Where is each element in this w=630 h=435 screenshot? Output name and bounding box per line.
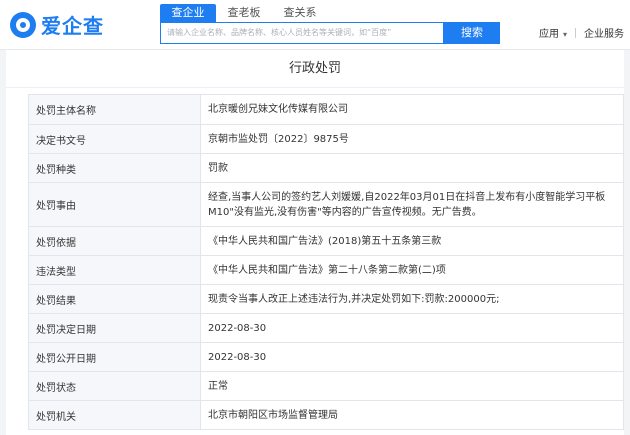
table-row: 处罚主体名称 北京暖创兄妹文化传媒有限公司	[28, 94, 624, 125]
tab-company[interactable]: 查企业	[160, 4, 216, 22]
table-row: 处罚种类 罚款	[28, 153, 624, 183]
row-label: 处罚主体名称	[28, 94, 201, 125]
row-value: 经查,当事人公司的签约艺人刘媛媛,自2022年03月01日在抖音上发布有小度智能…	[200, 182, 624, 227]
tab-relation[interactable]: 查关系	[272, 4, 328, 22]
row-label: 处罚种类	[28, 153, 201, 183]
app-menu[interactable]: 应用 ▾	[539, 25, 567, 40]
logo-icon	[10, 11, 36, 38]
row-value: 2022-08-30	[200, 313, 624, 343]
table-row: 处罚结果 现责令当事人改正上述违法行为,并决定处罚如下:罚款:200000元;	[28, 284, 624, 314]
row-label: 处罚公开日期	[28, 342, 201, 372]
row-value: 罚款	[200, 153, 624, 183]
table-row: 处罚公开日期 2022-08-30	[28, 342, 624, 372]
table-row: 违法类型 《中华人民共和国广告法》第二十八条第二款第(二)项	[28, 255, 624, 285]
page-title: 行政处罚	[6, 50, 624, 88]
row-value: 《中华人民共和国广告法》(2018)第五十五条第三款	[200, 226, 624, 256]
penalty-detail-table: 处罚主体名称 北京暖创兄妹文化传媒有限公司 决定书文号 京朝市监处罚〔2022〕…	[28, 94, 624, 430]
table-row: 处罚机关 北京市朝阳区市场监督管理局	[28, 400, 624, 430]
row-label: 处罚结果	[28, 284, 201, 314]
tab-boss[interactable]: 查老板	[216, 4, 272, 22]
row-label: 决定书文号	[28, 124, 201, 154]
enterprise-service-link[interactable]: 企业服务	[584, 25, 624, 40]
row-value: 北京市朝阳区市场监督管理局	[200, 400, 624, 430]
penalty-panel: 行政处罚 处罚主体名称 北京暖创兄妹文化传媒有限公司 决定书文号 京朝市监处罚〔…	[6, 50, 624, 435]
app-menu-label: 应用	[538, 29, 559, 40]
row-value: 北京暖创兄妹文化传媒有限公司	[200, 94, 624, 125]
nav-divider	[575, 27, 576, 38]
table-row: 处罚状态 正常	[28, 371, 624, 401]
top-header: 爱企查 查企业 查老板 查关系 请输入企业名称、品牌名称、核心人员姓名等关键词，…	[0, 0, 630, 50]
table-row: 决定书文号 京朝市监处罚〔2022〕9875号	[28, 124, 624, 154]
row-label: 违法类型	[28, 255, 201, 285]
table-row: 处罚决定日期 2022-08-30	[28, 313, 624, 343]
row-value: 正常	[200, 371, 624, 401]
row-label: 处罚决定日期	[28, 313, 201, 343]
logo-text: 爱企查	[41, 14, 104, 38]
search-tabs: 查企业 查老板 查关系	[160, 4, 328, 22]
row-value: 现责令当事人改正上述违法行为,并决定处罚如下:罚款:200000元;	[200, 284, 624, 314]
table-row: 处罚依据 《中华人民共和国广告法》(2018)第五十五条第三款	[28, 226, 624, 256]
logo[interactable]: 爱企查	[10, 10, 104, 39]
row-label: 处罚事由	[28, 182, 201, 227]
chevron-down-icon: ▾	[562, 30, 567, 39]
top-nav: 应用 ▾ 企业服务	[539, 25, 624, 40]
row-value: 京朝市监处罚〔2022〕9875号	[200, 124, 624, 154]
row-label: 处罚依据	[28, 226, 201, 256]
row-value: 2022-08-30	[200, 342, 624, 372]
row-label: 处罚机关	[28, 400, 201, 430]
search-button[interactable]: 搜索	[444, 22, 500, 44]
row-label: 处罚状态	[28, 371, 201, 401]
search-input[interactable]: 请输入企业名称、品牌名称、核心人员姓名等关键词，如“百度”	[160, 22, 444, 44]
row-value: 《中华人民共和国广告法》第二十八条第二款第(二)项	[200, 255, 624, 285]
table-row: 处罚事由 经查,当事人公司的签约艺人刘媛媛,自2022年03月01日在抖音上发布…	[28, 182, 624, 227]
